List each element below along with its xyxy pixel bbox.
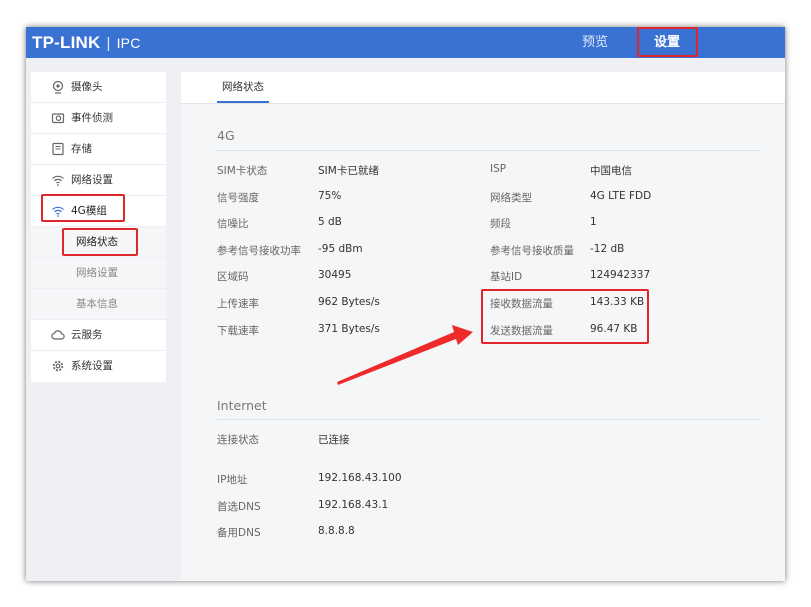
sidebar-item-label: 网络设置 (71, 174, 113, 186)
sidebar-item-label: 存储 (71, 143, 92, 155)
sidebar-item-label: 4G模组 (71, 205, 107, 217)
section-title-internet: Internet (217, 398, 267, 413)
app-window: TP-LINK | IPC 预览 设置 摄像头 事件侦测 存储 网络设置 4G模组 … (26, 27, 785, 581)
sidebar-subitem-label: 基本信息 (76, 298, 118, 310)
nav-settings[interactable]: 设置 (638, 27, 696, 58)
sidebar-subitem-label: 网络状态 (76, 236, 118, 248)
field-value: 已连接 (318, 434, 350, 446)
field-value: 1 (590, 216, 597, 228)
sidebar-item-label: 系统设置 (71, 360, 113, 372)
cloud-icon (51, 330, 65, 340)
field-value: 96.47 KB (590, 323, 638, 335)
main-panel: 网络状态 4G SIM卡状态 SIM卡已就绪 信号强度 75% 信噪比 5 dB… (181, 72, 785, 581)
storage-icon (52, 142, 64, 156)
field-value: 143.33 KB (590, 296, 645, 308)
sidebar-item-4g-module[interactable]: 4G模组 (31, 196, 166, 227)
field-label: 接收数据流量 (490, 298, 553, 310)
sidebar-item-label: 云服务 (71, 329, 103, 341)
field-label: 参考信号接收功率 (217, 245, 301, 257)
brand-logo: TP-LINK | IPC (32, 33, 141, 52)
gear-icon (52, 360, 64, 372)
event-detect-icon (51, 113, 65, 124)
field-value: SIM卡已就绪 (318, 165, 379, 177)
sidebar-subitem-basic-info[interactable]: 基本信息 (31, 289, 166, 320)
field-value: 124942337 (590, 269, 651, 281)
field-value: 8.8.8.8 (318, 525, 355, 537)
field-label: 首选DNS (217, 501, 261, 513)
section-title-4g: 4G (217, 128, 235, 143)
field-label: 备用DNS (217, 527, 261, 539)
field-label: 上传速率 (217, 298, 259, 310)
field-value: 371 Bytes/s (318, 323, 380, 335)
sidebar: 摄像头 事件侦测 存储 网络设置 4G模组 网络状态 网络设置 基本信息 云服务… (31, 72, 166, 382)
field-value: -12 dB (590, 243, 625, 255)
camera-icon (52, 80, 64, 94)
sidebar-subitem-label: 网络设置 (76, 267, 118, 279)
field-label: IP地址 (217, 474, 248, 486)
field-label: 频段 (490, 218, 511, 230)
tab-network-status[interactable]: 网络状态 (217, 72, 269, 103)
field-label: 区域码 (217, 271, 249, 283)
sidebar-item-cloud[interactable]: 云服务 (31, 320, 166, 351)
section-divider (217, 419, 761, 420)
field-label: 信号强度 (217, 192, 259, 204)
wifi-icon (52, 175, 64, 186)
sidebar-subitem-network-status[interactable]: 网络状态 (31, 227, 166, 258)
field-value: 中国电信 (590, 165, 632, 177)
sidebar-item-camera[interactable]: 摄像头 (31, 72, 166, 103)
field-label: 基站ID (490, 271, 523, 283)
field-value: -95 dBm (318, 243, 363, 255)
field-value: 30495 (318, 269, 352, 281)
field-value: 192.168.43.100 (318, 472, 402, 484)
field-label: 网络类型 (490, 192, 532, 204)
sidebar-item-network-settings[interactable]: 网络设置 (31, 165, 166, 196)
wifi-4g-icon (52, 206, 64, 217)
nav-preview[interactable]: 预览 (582, 27, 608, 58)
field-label: 参考信号接收质量 (490, 245, 574, 257)
sidebar-item-system-settings[interactable]: 系统设置 (31, 351, 166, 382)
field-label: 连接状态 (217, 434, 259, 446)
sidebar-item-storage[interactable]: 存储 (31, 134, 166, 165)
field-label: 信噪比 (217, 218, 249, 230)
section-divider (217, 150, 761, 151)
sidebar-item-event-detect[interactable]: 事件侦测 (31, 103, 166, 134)
tab-bar: 网络状态 (181, 72, 785, 104)
field-value: 4G LTE FDD (590, 190, 652, 202)
field-value: 192.168.43.1 (318, 499, 389, 511)
field-value: 962 Bytes/s (318, 296, 380, 308)
field-label: 下载速率 (217, 325, 259, 337)
field-value: 75% (318, 190, 342, 202)
sidebar-item-label: 事件侦测 (71, 112, 113, 124)
field-label: 发送数据流量 (490, 325, 553, 337)
field-value: 5 dB (318, 216, 342, 228)
field-label: ISP (490, 163, 507, 175)
top-bar: TP-LINK | IPC 预览 设置 (26, 27, 785, 58)
field-label: SIM卡状态 (217, 165, 268, 177)
sidebar-subitem-network-settings[interactable]: 网络设置 (31, 258, 166, 289)
sidebar-item-label: 摄像头 (71, 81, 103, 93)
